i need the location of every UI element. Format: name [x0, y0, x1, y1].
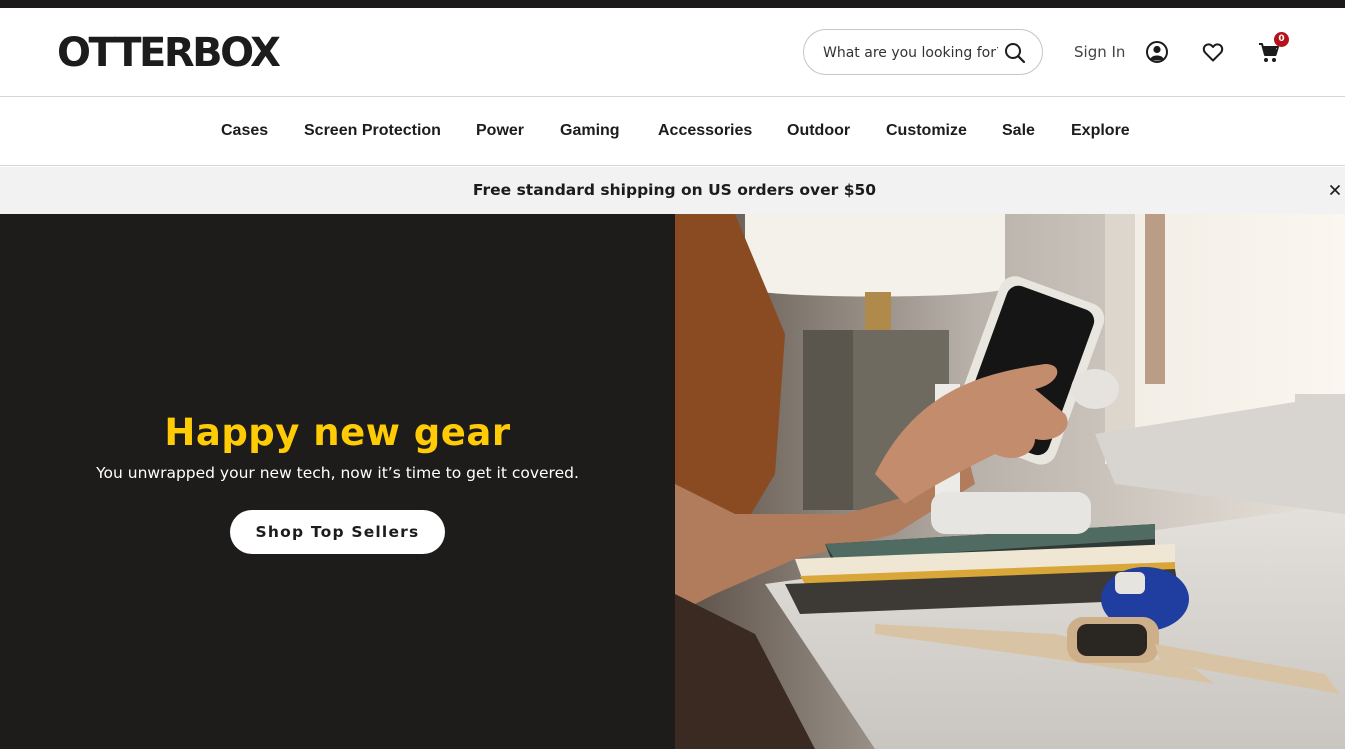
search-icon[interactable]: [1003, 41, 1027, 65]
nav-item-cases[interactable]: Cases: [221, 122, 268, 140]
nav-item-outdoor[interactable]: Outdoor: [787, 122, 850, 140]
search-box[interactable]: [803, 29, 1043, 75]
nav-item-accessories[interactable]: Accessories: [658, 122, 752, 140]
nav-item-screen-protection[interactable]: Screen Protection: [304, 122, 441, 140]
otterbox-logo[interactable]: OTTERBOX: [57, 32, 281, 74]
account-icon[interactable]: [1145, 40, 1169, 64]
nav-item-customize[interactable]: Customize: [886, 122, 967, 140]
nav-item-power[interactable]: Power: [476, 122, 524, 140]
nav-item-sale[interactable]: Sale: [1002, 122, 1035, 140]
promo-text: Free standard shipping on US orders over…: [472, 181, 877, 199]
heart-icon[interactable]: [1201, 40, 1225, 64]
hero-title: Happy new gear: [164, 411, 511, 454]
hero-subtitle: You unwrapped your new tech, now it’s ti…: [96, 464, 579, 482]
hero-photo-illustration: [675, 214, 1345, 749]
promo-banner: Free standard shipping on US orders over…: [0, 167, 1345, 214]
search-input[interactable]: [823, 42, 998, 64]
site-header: OTTERBOX Sign In 0: [0, 8, 1345, 97]
nav-item-gaming[interactable]: Gaming: [560, 122, 620, 140]
main-nav: Cases Screen Protection Power Gaming Acc…: [0, 97, 1345, 166]
hero-image: [675, 214, 1345, 749]
shop-top-sellers-button[interactable]: Shop Top Sellers: [230, 510, 445, 554]
sign-in-link[interactable]: Sign In: [1074, 43, 1125, 61]
close-icon[interactable]: [1327, 182, 1343, 198]
cart-count-badge: 0: [1274, 32, 1289, 47]
nav-item-explore[interactable]: Explore: [1071, 122, 1130, 140]
top-strip: [0, 0, 1345, 8]
